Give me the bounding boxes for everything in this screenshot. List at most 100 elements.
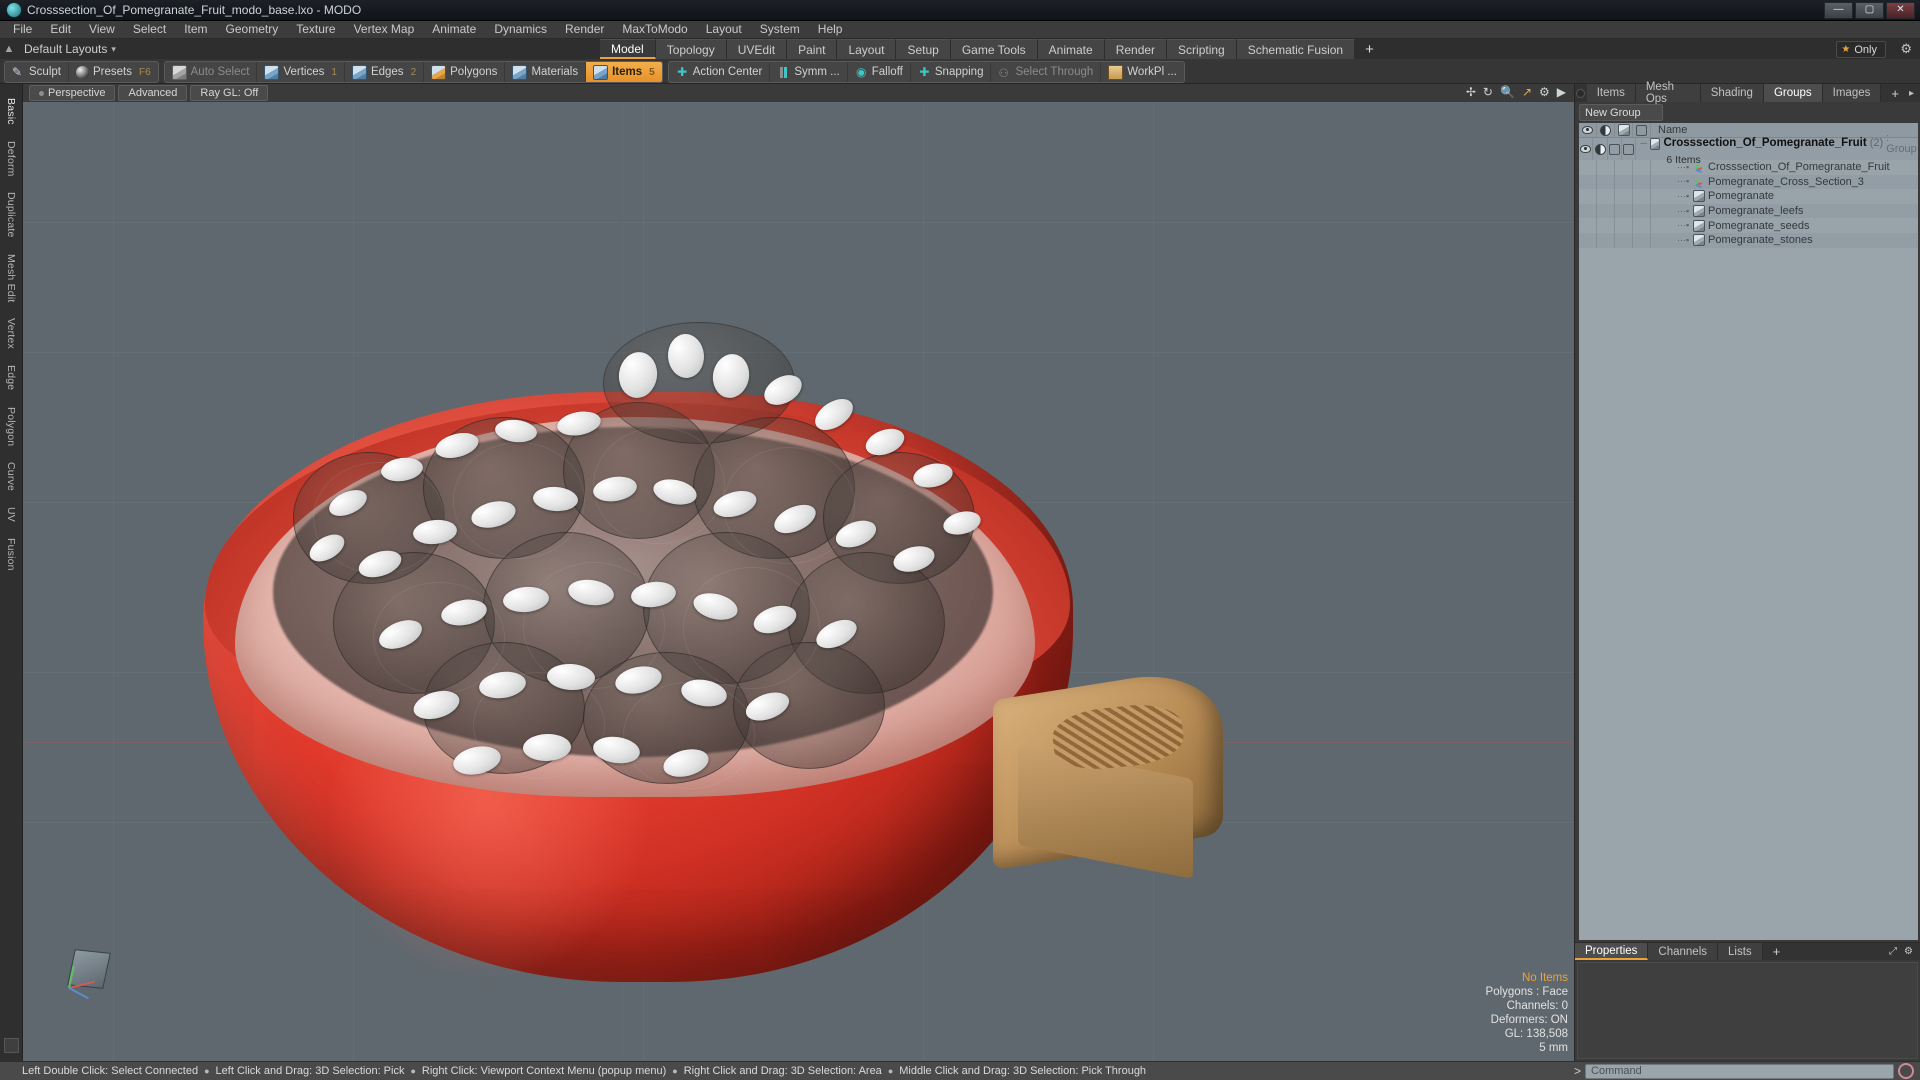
group-item-tree[interactable]: Name ─ Crosssection_Of_Pomegranate_Fruit… (1579, 123, 1918, 940)
move-icon[interactable]: ✢ (1466, 86, 1476, 98)
add-properties-tab-button[interactable]: + (1763, 943, 1791, 960)
sidebar-item-basic[interactable]: Basic (5, 90, 17, 133)
menu-item-layout[interactable]: Layout (697, 21, 751, 38)
tool-auto-select[interactable]: Auto Select (165, 62, 258, 82)
menu-item-animate[interactable]: Animate (423, 21, 485, 38)
menu-item-help[interactable]: Help (809, 21, 852, 38)
zoom-icon[interactable]: 🔍 (1500, 86, 1515, 98)
tab-shading[interactable]: Shading (1700, 84, 1764, 102)
row-visible-toggle[interactable] (1579, 189, 1597, 204)
tab-properties[interactable]: Properties (1575, 943, 1649, 960)
tab-animate[interactable]: Animate (1037, 39, 1105, 59)
column-visible[interactable] (1579, 123, 1597, 137)
expand-toggle-icon[interactable]: ─ (1640, 138, 1646, 149)
tab-channels[interactable]: Channels (1648, 943, 1719, 960)
add-tab-button[interactable]: + (1355, 39, 1384, 59)
table-row[interactable]: ─ Crosssection_Of_Pomegranate_Fruit (2) … (1579, 132, 1918, 165)
sidebar-item-edge[interactable]: Edge (5, 357, 17, 398)
row-visible-toggle[interactable] (1579, 138, 1594, 160)
chevron-down-icon[interactable]: ▾ (111, 44, 116, 55)
tab-items[interactable]: Items (1586, 84, 1636, 102)
maximize-button[interactable]: ▢ (1855, 1, 1884, 19)
menu-item-item[interactable]: Item (175, 21, 216, 38)
row-shade-toggle[interactable] (1597, 189, 1615, 204)
tab-model[interactable]: Model (600, 39, 656, 59)
viewport-perspective-button[interactable]: Perspective (29, 85, 116, 101)
tool-symmetry[interactable]: Symm ... (770, 62, 848, 82)
row-wire-toggle[interactable] (1633, 174, 1651, 190)
row-shade-toggle[interactable] (1597, 203, 1615, 219)
tool-polygons[interactable]: Polygons (424, 62, 506, 82)
menu-item-maxtomodo[interactable]: MaxToModo (613, 21, 696, 38)
close-button[interactable]: ✕ (1886, 1, 1915, 19)
tool-materials[interactable]: Materials (505, 62, 587, 82)
add-panel-tab-button[interactable]: + (1881, 84, 1909, 102)
row-visible-toggle[interactable] (1579, 174, 1597, 190)
tool-select-through[interactable]: ⚇ Select Through (991, 62, 1102, 82)
tab-scripting[interactable]: Scripting (1167, 39, 1237, 59)
menu-item-view[interactable]: View (80, 21, 124, 38)
sidebar-extra-button[interactable] (3, 1038, 19, 1053)
column-render[interactable] (1615, 123, 1633, 137)
row-shade-toggle[interactable] (1597, 160, 1615, 175)
tool-falloff[interactable]: ◉ Falloff (848, 62, 911, 82)
sidebar-item-polygon[interactable]: Polygon (5, 399, 17, 454)
menu-item-geometry[interactable]: Geometry (217, 21, 288, 38)
tool-edges[interactable]: Edges 2 (345, 62, 425, 82)
row-visible-toggle[interactable] (1579, 160, 1597, 175)
row-wire-toggle[interactable] (1633, 203, 1651, 219)
menu-item-edit[interactable]: Edit (41, 21, 80, 38)
row-visible-toggle[interactable] (1579, 203, 1597, 219)
menu-item-render[interactable]: Render (556, 21, 613, 38)
tab-images[interactable]: Images (1822, 84, 1882, 102)
tab-game-tools[interactable]: Game Tools (950, 39, 1038, 59)
menu-item-system[interactable]: System (751, 21, 809, 38)
table-row[interactable]: ⋯▪ Pomegranate_Cross_Section_3 (1579, 174, 1918, 190)
row-render-toggle[interactable] (1615, 174, 1633, 190)
row-render-toggle[interactable] (1608, 138, 1623, 160)
tool-vertices[interactable]: Vertices 1 (257, 62, 345, 82)
tab-schematic-fusion[interactable]: Schematic Fusion (1236, 39, 1356, 59)
tool-presets[interactable]: Presets F6 (69, 62, 158, 82)
tab-paint[interactable]: Paint (787, 39, 838, 59)
row-render-toggle[interactable] (1615, 160, 1633, 175)
menu-item-vertex-map[interactable]: Vertex Map (345, 21, 424, 38)
sidebar-item-mesh-edit[interactable]: Mesh Edit (5, 246, 17, 311)
gear-icon[interactable]: ⚙ (1904, 946, 1913, 957)
table-row[interactable]: ⋯▪ Pomegranate (1579, 189, 1918, 204)
row-render-toggle[interactable] (1615, 189, 1633, 204)
home-icon[interactable]: ▲ (0, 43, 18, 55)
gear-icon[interactable]: ⚙ (1539, 86, 1550, 98)
menu-item-file[interactable]: File (4, 21, 41, 38)
3d-viewport[interactable]: No Items Polygons : Face Channels: 0 Def… (23, 102, 1574, 1061)
panel-menu-icon[interactable] (1575, 84, 1587, 102)
tab-setup[interactable]: Setup (896, 39, 951, 59)
column-shade[interactable] (1597, 123, 1615, 137)
row-render-toggle[interactable] (1615, 203, 1633, 219)
tab-groups[interactable]: Groups (1763, 84, 1823, 102)
row-shade-toggle[interactable] (1597, 218, 1615, 233)
table-row[interactable]: ⋯▪ Crosssection_Of_Pomegranate_Fruit (1579, 160, 1918, 175)
row-visible-toggle[interactable] (1579, 218, 1597, 233)
row-render-toggle[interactable] (1615, 218, 1633, 233)
row-wire-toggle[interactable] (1633, 218, 1651, 233)
minimize-button[interactable]: — (1824, 1, 1853, 19)
row-wire-toggle[interactable] (1633, 160, 1651, 175)
row-wire-toggle[interactable] (1633, 189, 1651, 204)
tab-render[interactable]: Render (1104, 39, 1168, 59)
new-group-button[interactable]: New Group (1579, 104, 1663, 121)
fit-icon[interactable]: ↗ (1522, 86, 1532, 98)
default-layouts-label[interactable]: Default Layouts (18, 42, 107, 56)
row-visible-toggle[interactable] (1579, 232, 1597, 248)
only-toggle[interactable]: ★ Only (1836, 41, 1886, 58)
panel-collapse-icon[interactable]: ▸ (1909, 84, 1920, 102)
sidebar-item-deform[interactable]: Deform (5, 133, 17, 185)
rotate-icon[interactable]: ↻ (1483, 86, 1493, 98)
row-shade-toggle[interactable] (1593, 138, 1608, 160)
tab-topology[interactable]: Topology (655, 39, 727, 59)
tool-snapping[interactable]: ✚ Snapping (911, 62, 992, 82)
tab-uvedit[interactable]: UVEdit (726, 39, 788, 59)
tab-mesh-ops[interactable]: Mesh Ops (1635, 81, 1701, 105)
viewport-advanced-button[interactable]: Advanced (118, 85, 188, 101)
row-render-toggle[interactable] (1615, 232, 1633, 248)
